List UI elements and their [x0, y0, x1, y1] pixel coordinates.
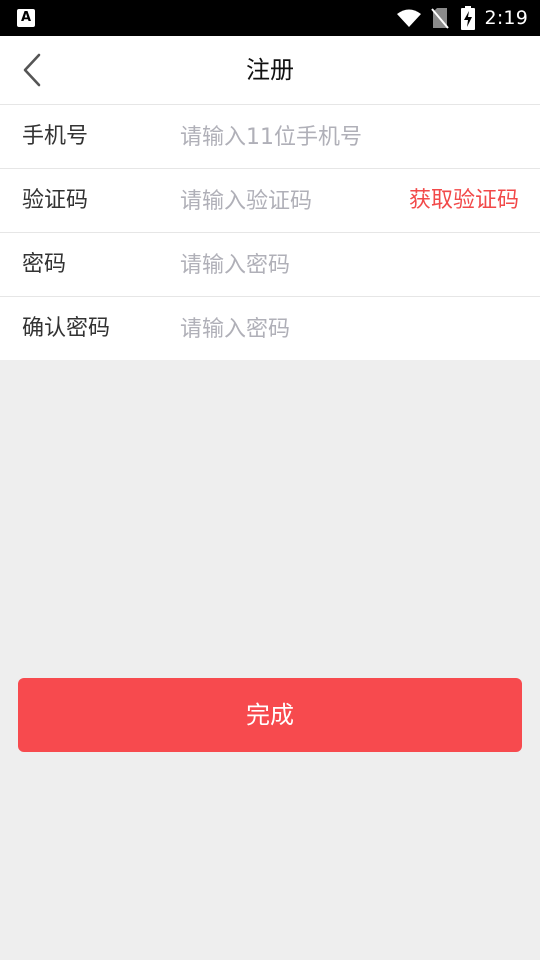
register-form: 手机号 验证码 获取验证码 密码 确认密码 — [0, 104, 540, 360]
phone-row: 手机号 — [0, 104, 540, 168]
done-button[interactable]: 完成 — [18, 678, 522, 752]
confirm-password-row: 确认密码 — [0, 296, 540, 360]
page-title: 注册 — [246, 56, 294, 84]
no-sim-icon — [430, 8, 449, 29]
password-row: 密码 — [0, 232, 540, 296]
status-icons: 2:19 — [396, 0, 528, 36]
nav-bar: 注册 — [0, 36, 540, 104]
status-bar: A 2:19 — [0, 0, 540, 36]
code-input[interactable] — [180, 179, 390, 223]
app-notification-icon: A — [17, 9, 35, 27]
phone-label: 手机号 — [22, 124, 89, 149]
password-input[interactable] — [180, 243, 510, 287]
password-label: 密码 — [22, 252, 67, 277]
wifi-icon — [396, 9, 421, 27]
status-time: 2:19 — [484, 7, 528, 29]
phone-input[interactable] — [180, 115, 510, 159]
battery-charging-icon — [460, 6, 475, 30]
code-label: 验证码 — [22, 188, 89, 213]
confirm-password-input[interactable] — [180, 307, 510, 351]
code-row: 验证码 获取验证码 — [0, 168, 540, 232]
confirm-password-label: 确认密码 — [22, 316, 111, 341]
get-code-button[interactable]: 获取验证码 — [409, 169, 519, 232]
